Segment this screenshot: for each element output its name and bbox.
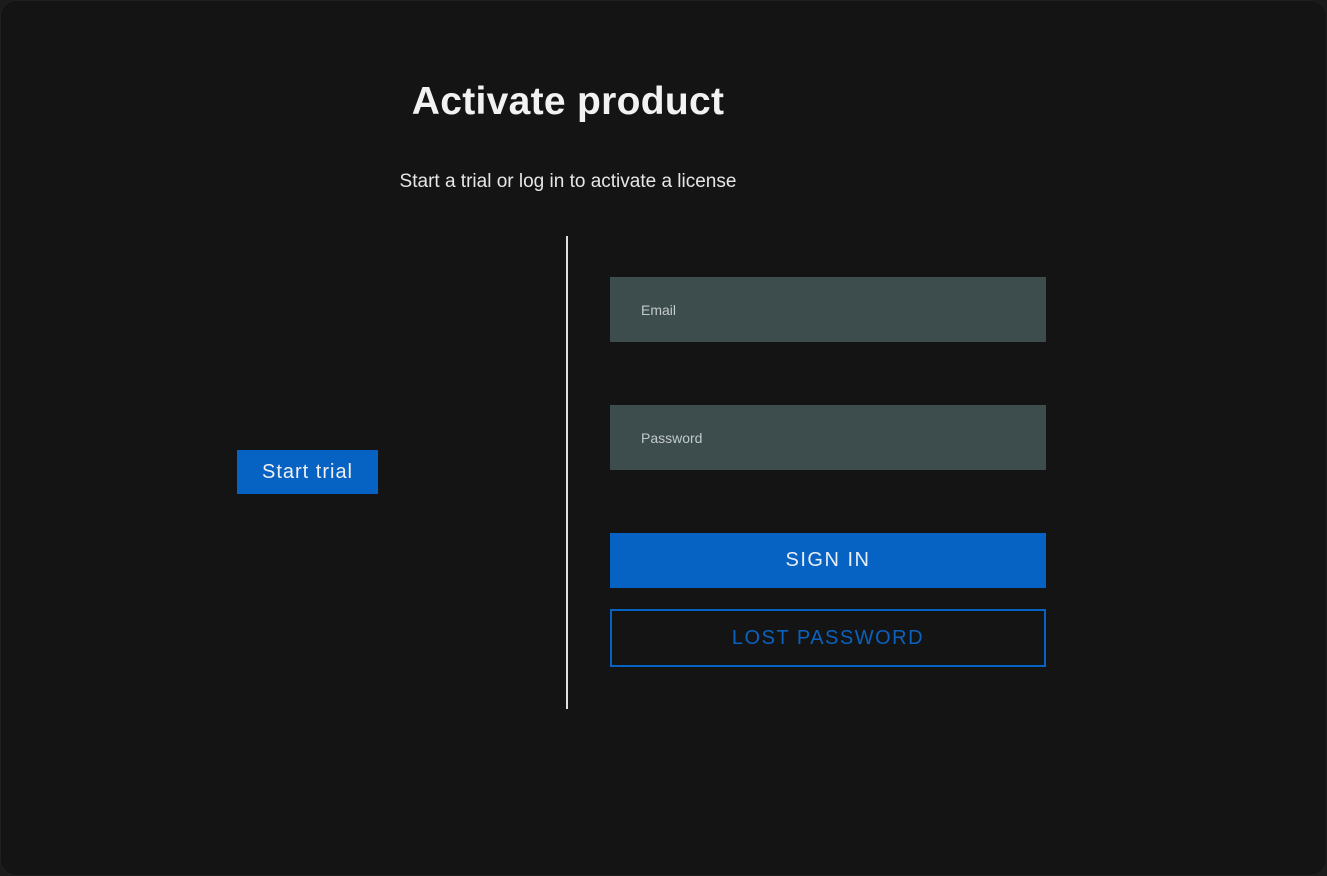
page-subtitle: Start a trial or log in to activate a li… (399, 171, 737, 192)
sign-in-button[interactable]: SIGN IN (610, 533, 1046, 588)
email-field-container[interactable] (610, 277, 1046, 342)
page-title: Activate product (411, 80, 725, 123)
password-field[interactable] (641, 429, 1046, 446)
start-trial-button[interactable]: Start trial (237, 450, 378, 494)
password-field-container[interactable] (610, 405, 1046, 470)
lost-password-button[interactable]: LOST PASSWORD (610, 609, 1046, 667)
activation-dialog: Activate product Start a trial or log in… (0, 0, 1327, 876)
vertical-divider (566, 236, 568, 709)
email-field[interactable] (641, 301, 1046, 318)
